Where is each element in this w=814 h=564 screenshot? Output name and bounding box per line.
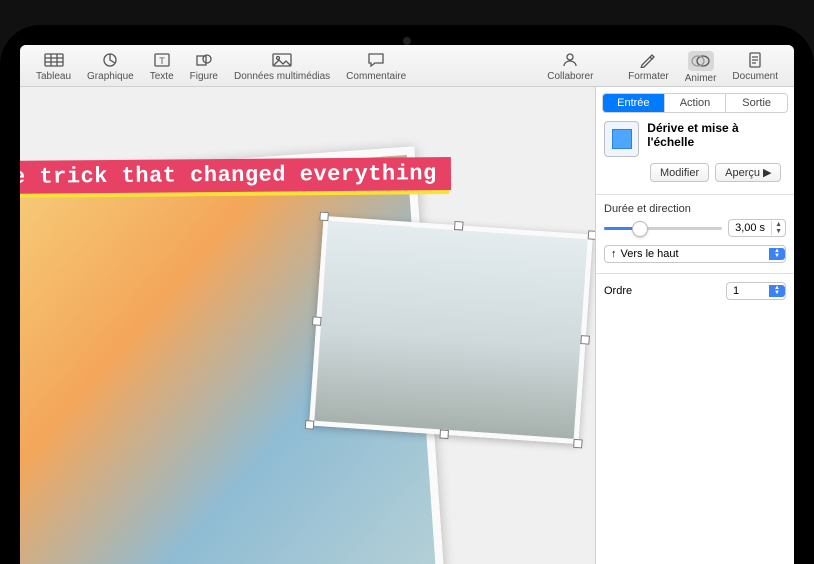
effect-name: Dérive et mise à l'échelle [647, 121, 786, 150]
table-icon [43, 51, 65, 69]
toolbar: Tableau Graphique T Texte Figure Données… [20, 45, 794, 87]
chevron-updown-icon: ▲▼ [769, 285, 785, 297]
duration-stepper[interactable]: ▲▼ [771, 221, 785, 235]
tab-build-out[interactable]: Sortie [725, 94, 787, 112]
order-popup[interactable]: 1 ▲▼ [726, 282, 786, 300]
toolbar-animate[interactable]: Animer [677, 51, 725, 84]
order-label: Ordre [604, 285, 632, 297]
tab-action[interactable]: Action [664, 94, 726, 112]
duration-field[interactable]: 3,00 s ▲▼ [728, 219, 786, 237]
play-icon: ▶ [763, 166, 771, 179]
chart-icon [99, 51, 121, 69]
inspector-panel: Entrée Action Sortie Dérive et mise à l'… [595, 87, 794, 564]
selection-handles [309, 216, 593, 444]
direction-popup[interactable]: ↑ Vers le haut ▲▼ [604, 245, 786, 263]
slide-canvas[interactable]: e trick that changed everything [20, 87, 595, 564]
toolbar-document[interactable]: Document [724, 51, 786, 84]
shape-icon [193, 51, 215, 69]
tab-build-in[interactable]: Entrée [603, 94, 664, 112]
format-icon [637, 51, 659, 69]
toolbar-collaborate[interactable]: Collaborer [539, 51, 601, 82]
animation-tabs: Entrée Action Sortie [602, 93, 788, 113]
toolbar-text[interactable]: T Texte [142, 51, 182, 82]
collaborate-icon [559, 51, 581, 69]
toolbar-comment[interactable]: Commentaire [338, 51, 414, 82]
effect-thumbnail [604, 121, 639, 157]
arrow-up-icon: ↑ [611, 248, 617, 260]
media-icon [271, 51, 293, 69]
svg-text:T: T [159, 56, 165, 66]
title-banner[interactable]: e trick that changed everything [20, 157, 451, 194]
duration-slider[interactable] [604, 220, 722, 236]
toolbar-format[interactable]: Formater [620, 51, 677, 84]
duration-label: Durée et direction [596, 203, 794, 219]
toolbar-table[interactable]: Tableau [28, 51, 79, 82]
modify-button[interactable]: Modifier [650, 163, 709, 182]
text-icon: T [151, 51, 173, 69]
toolbar-media[interactable]: Données multimédias [226, 51, 338, 82]
chevron-updown-icon: ▲▼ [769, 248, 785, 260]
preview-button[interactable]: Aperçu ▶ [715, 163, 781, 182]
toolbar-shape[interactable]: Figure [182, 51, 226, 82]
document-icon [744, 51, 766, 69]
toolbar-chart[interactable]: Graphique [79, 51, 142, 82]
animate-icon [688, 51, 714, 71]
comment-icon [365, 51, 387, 69]
